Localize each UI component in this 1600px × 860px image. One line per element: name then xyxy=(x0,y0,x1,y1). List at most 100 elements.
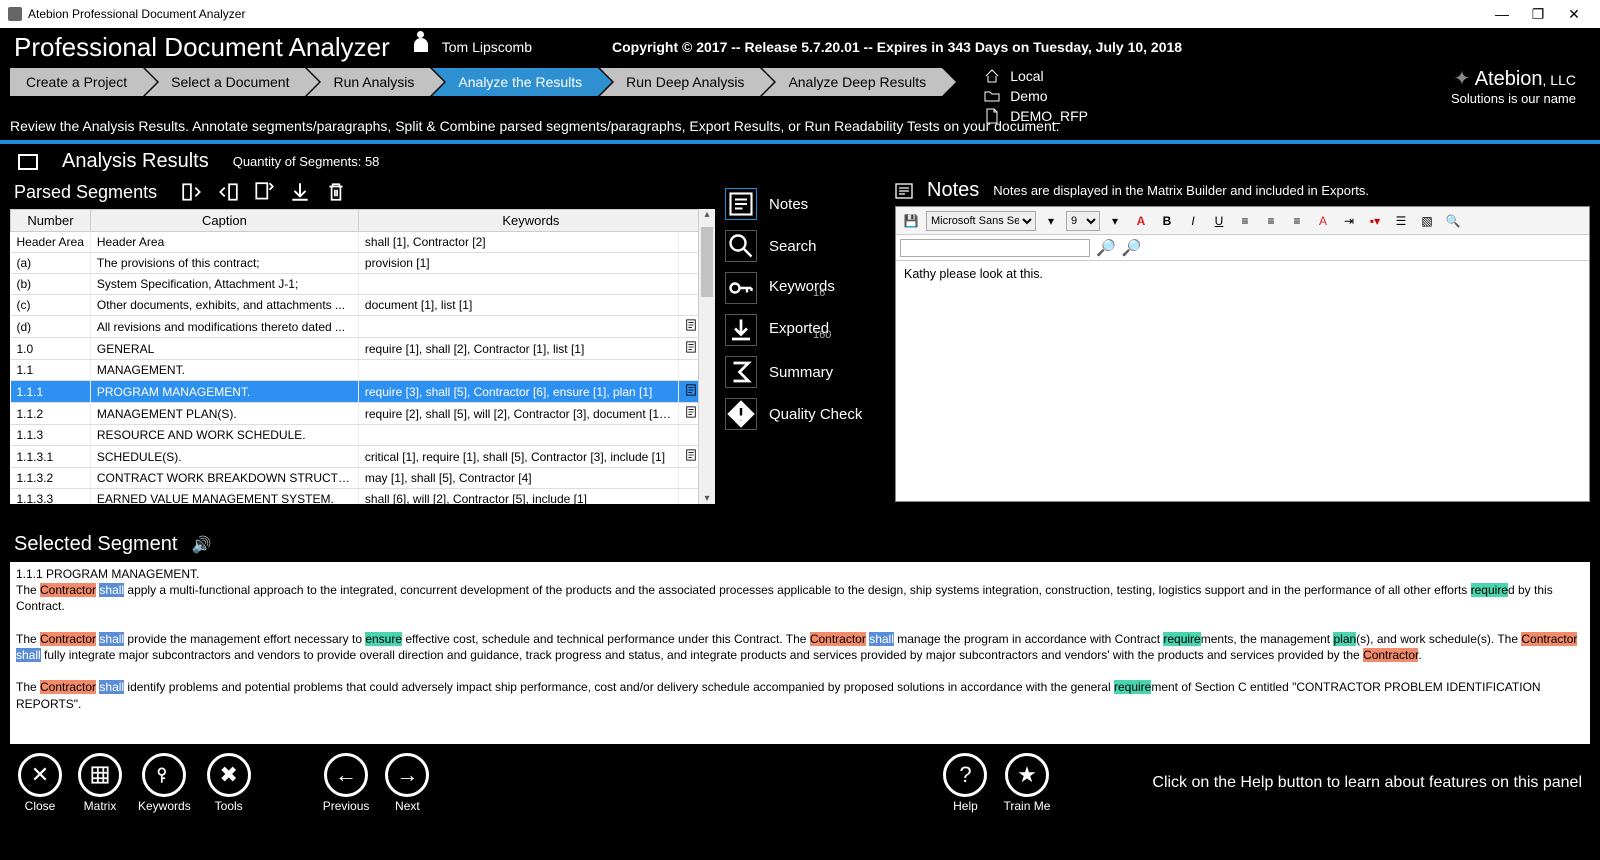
align-right-icon[interactable]: ≡ xyxy=(1286,210,1308,232)
table-row[interactable]: Header AreaHeader Areashall [1], Contrac… xyxy=(11,232,699,253)
workflow-step-5[interactable]: Analyze Deep Results xyxy=(762,68,942,96)
font-select[interactable]: Microsoft Sans Ser xyxy=(926,211,1036,231)
color-dd[interactable]: ▪▾ xyxy=(1364,210,1386,232)
find-icon[interactable]: 🔎 xyxy=(1096,238,1116,258)
table-row[interactable]: (a)The provisions of this contract;provi… xyxy=(11,253,699,274)
train-me-button[interactable]: ★Train Me xyxy=(1003,753,1050,813)
selected-segment-body: 1.1.1 PROGRAM MANAGEMENT. The Contractor… xyxy=(10,562,1590,744)
workflow-step-3[interactable]: Analyze the Results xyxy=(432,68,598,96)
indent-icon[interactable]: ⇥ xyxy=(1338,210,1360,232)
analysis-title: Analysis Results xyxy=(62,150,209,173)
find-clear-icon[interactable]: 🔎 xyxy=(1122,238,1142,258)
crumb-project[interactable]: Demo xyxy=(1010,88,1047,104)
selected-heading: 1.1.1 PROGRAM MANAGEMENT. xyxy=(16,566,1584,582)
notes-body[interactable]: Kathy please look at this. xyxy=(896,261,1589,287)
tab-exported[interactable]: Exported160 xyxy=(725,309,885,351)
folder-icon xyxy=(984,89,1000,103)
keywords-count: 16 xyxy=(813,287,835,299)
close-button[interactable]: ✕Close xyxy=(18,753,62,813)
export-icon xyxy=(725,314,757,346)
tab-quality-check[interactable]: Quality Check xyxy=(725,393,885,435)
download-icon[interactable] xyxy=(289,181,311,203)
app-small-icon xyxy=(8,7,22,21)
table-row[interactable]: 1.1.3RESOURCE AND WORK SCHEDULE. xyxy=(11,425,699,446)
underline-icon[interactable]: U xyxy=(1208,210,1230,232)
table-row[interactable]: 1.1MANAGEMENT. xyxy=(11,360,699,381)
col-caption[interactable]: Caption xyxy=(90,210,358,232)
save-icon[interactable]: 💾 xyxy=(900,210,922,232)
workflow-step-4[interactable]: Run Deep Analysis xyxy=(600,68,760,96)
brand-logo: ✦ Atebion, LLC Solutions is our name xyxy=(1451,66,1590,106)
bottom-hint: Click on the Help button to learn about … xyxy=(1152,774,1582,792)
tab-search[interactable]: Search xyxy=(725,225,885,267)
tab-summary[interactable]: Summary xyxy=(725,351,885,393)
logo-suffix: , LLC xyxy=(1543,72,1576,88)
table-row[interactable]: 1.1.3.2CONTRACT WORK BREAKDOWN STRUCTURE… xyxy=(11,468,699,489)
editor-search-input[interactable] xyxy=(900,239,1090,257)
tagline: Solutions is our name xyxy=(1451,91,1576,106)
page-hint: Review the Analysis Results. Annotate se… xyxy=(0,118,1600,140)
bullets-icon[interactable]: ☰ xyxy=(1390,210,1412,232)
trash-icon[interactable] xyxy=(325,181,347,203)
size-select[interactable]: 9 xyxy=(1066,211,1100,231)
help-button[interactable]: ?Help xyxy=(943,753,987,813)
logo-name: Atebion xyxy=(1475,68,1543,90)
editor-toolbar: 💾 Microsoft Sans Ser ▾ 9 ▾ A B I U ≡ ≡ ≡… xyxy=(896,207,1589,235)
size-dd[interactable]: ▾ xyxy=(1104,210,1126,232)
notes-panel: Notes Notes are displayed in the Matrix … xyxy=(895,179,1590,529)
bold-icon[interactable]: B xyxy=(1156,210,1178,232)
crumb-local[interactable]: Local xyxy=(1010,68,1043,84)
maximize-button[interactable]: ❐ xyxy=(1520,6,1556,23)
workflow-bar: Create a ProjectSelect a DocumentRun Ana… xyxy=(0,66,1600,118)
table-row[interactable]: 1.0GENERALrequire [1], shall [2], Contra… xyxy=(11,338,699,360)
speak-icon[interactable]: 🔊 xyxy=(191,535,211,555)
combine-icon[interactable] xyxy=(217,181,239,203)
font-dd[interactable]: ▾ xyxy=(1040,210,1062,232)
matrix-button[interactable]: Matrix xyxy=(78,753,122,813)
tab-keywords[interactable]: Keywords16 xyxy=(725,267,885,309)
col-number[interactable]: Number xyxy=(11,210,91,232)
warning-icon xyxy=(725,398,757,430)
workflow-step-2[interactable]: Run Analysis xyxy=(307,68,430,96)
app-title: Professional Document Analyzer xyxy=(14,32,390,63)
table-row[interactable]: 1.1.2MANAGEMENT PLAN(S).require [2], sha… xyxy=(11,403,699,425)
italic-icon[interactable]: I xyxy=(1182,210,1204,232)
search-icon xyxy=(725,230,757,262)
table-row[interactable]: 1.1.1PROGRAM MANAGEMENT.require [3], sha… xyxy=(11,381,699,403)
split-icon[interactable] xyxy=(181,181,203,203)
notes-panel-icon xyxy=(895,183,913,199)
parsed-segments-panel: Parsed Segments Number Caption Keywords … xyxy=(10,179,715,529)
edit-icon[interactable] xyxy=(253,181,275,203)
next-button[interactable]: →Next xyxy=(385,753,429,813)
segments-table[interactable]: Number Caption Keywords Header AreaHeade… xyxy=(10,209,698,504)
align-center-icon[interactable]: ≡ xyxy=(1260,210,1282,232)
image-icon[interactable]: ▧ xyxy=(1416,210,1438,232)
workflow-step-1[interactable]: Select a Document xyxy=(145,68,305,96)
notes-editor: 💾 Microsoft Sans Ser ▾ 9 ▾ A B I U ≡ ≡ ≡… xyxy=(895,206,1590,502)
notes-hint: Notes are displayed in the Matrix Builde… xyxy=(993,183,1369,198)
previous-button[interactable]: ←Previous xyxy=(323,753,370,813)
font-color-icon[interactable]: A xyxy=(1130,210,1152,232)
workflow-step-0[interactable]: Create a Project xyxy=(10,68,143,96)
segment-count: Quantity of Segments: 58 xyxy=(233,154,380,169)
highlight-icon[interactable]: A xyxy=(1312,210,1334,232)
key-icon xyxy=(725,272,757,304)
tools-button[interactable]: ✖Tools xyxy=(207,753,251,813)
table-row[interactable]: 1.1.3.1SCHEDULE(S).critical [1], require… xyxy=(11,446,699,468)
sigma-icon xyxy=(725,356,757,388)
zoom-icon[interactable]: 🔍 xyxy=(1442,210,1464,232)
table-row[interactable]: 1.1.3.3EARNED VALUE MANAGEMENT SYSTEM.sh… xyxy=(11,489,699,505)
parsed-segments-title: Parsed Segments xyxy=(14,182,157,203)
table-row[interactable]: (b)System Specification, Attachment J-1; xyxy=(11,274,699,295)
bottom-bar: ✕Close Matrix Keywords ✖Tools ←Previous … xyxy=(0,746,1600,820)
notes-title: Notes xyxy=(927,179,979,202)
col-keywords[interactable]: Keywords xyxy=(358,210,698,232)
table-row[interactable]: (c)Other documents, exhibits, and attach… xyxy=(11,295,699,316)
minimize-button[interactable]: — xyxy=(1484,6,1520,22)
tab-notes[interactable]: Notes xyxy=(725,183,885,225)
segments-scrollbar[interactable] xyxy=(698,209,715,504)
align-left-icon[interactable]: ≡ xyxy=(1234,210,1256,232)
keywords-button[interactable]: Keywords xyxy=(138,753,191,813)
table-row[interactable]: (d)All revisions and modifications there… xyxy=(11,316,699,338)
close-window-button[interactable]: ✕ xyxy=(1556,6,1592,23)
